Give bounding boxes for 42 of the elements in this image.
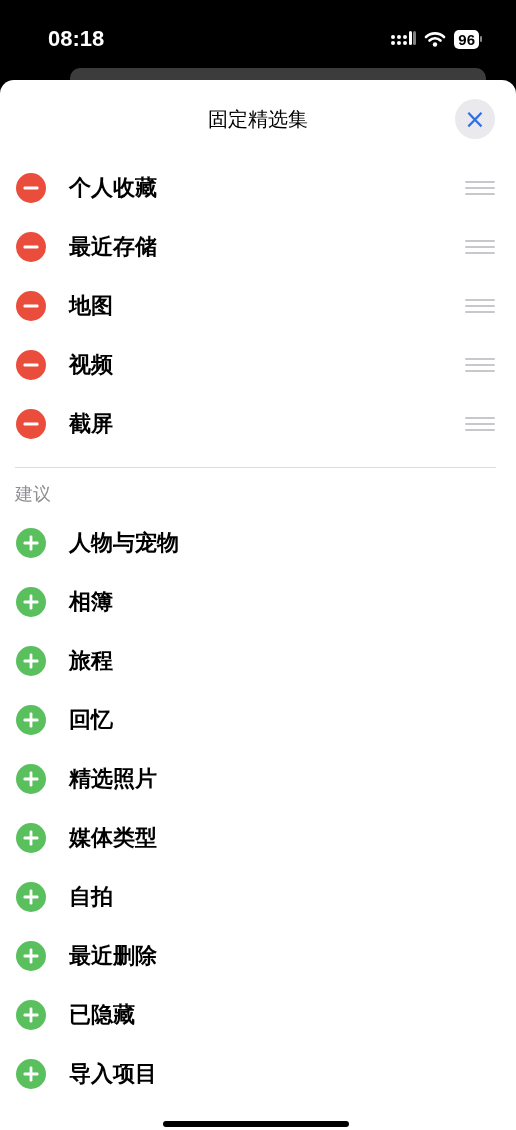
drag-handle-icon[interactable] <box>465 239 495 254</box>
remove-icon[interactable] <box>16 349 46 380</box>
add-icon[interactable] <box>16 645 46 676</box>
collection-label[interactable]: 相簿 <box>69 586 495 617</box>
collection-label[interactable]: 媒体类型 <box>69 822 495 853</box>
collection-label[interactable]: 最近删除 <box>69 940 495 971</box>
add-icon[interactable] <box>16 822 46 853</box>
remove-icon[interactable] <box>16 172 46 203</box>
collection-label[interactable]: 人物与宠物 <box>69 527 495 558</box>
collection-label[interactable]: 视频 <box>69 349 465 380</box>
collection-label[interactable]: 导入项目 <box>69 1058 495 1089</box>
wifi-icon <box>424 31 447 47</box>
add-icon[interactable] <box>16 940 46 971</box>
collection-label[interactable]: 最近存储 <box>69 231 465 262</box>
collection-label[interactable]: 已隐藏 <box>69 999 495 1030</box>
add-icon[interactable] <box>16 999 46 1030</box>
collection-label[interactable]: 自拍 <box>69 881 495 912</box>
drag-handle-icon[interactable] <box>465 298 495 313</box>
remove-icon[interactable] <box>16 231 46 262</box>
drag-handle-icon[interactable] <box>465 180 495 195</box>
collection-label[interactable]: 精选照片 <box>69 763 495 794</box>
collection-label[interactable]: 个人收藏 <box>69 172 465 203</box>
close-button[interactable]: × <box>455 99 495 139</box>
section-header: 建议 <box>15 482 52 506</box>
collection-label[interactable]: 地图 <box>69 290 465 321</box>
add-icon[interactable] <box>16 704 46 735</box>
status-time: 08:18 <box>48 25 106 52</box>
sheet-title: 固定精选集 <box>208 105 308 133</box>
add-icon[interactable] <box>16 1058 46 1089</box>
collection-label[interactable]: 旅程 <box>69 645 495 676</box>
drag-handle-icon[interactable] <box>465 357 495 372</box>
collection-label[interactable]: 截屏 <box>69 408 465 439</box>
remove-icon[interactable] <box>16 290 46 321</box>
add-icon[interactable] <box>16 527 46 558</box>
add-icon[interactable] <box>16 763 46 794</box>
collection-label[interactable]: 回忆 <box>69 704 495 735</box>
add-icon[interactable] <box>16 881 46 912</box>
remove-icon[interactable] <box>16 408 46 439</box>
battery-level: 96 <box>454 29 479 49</box>
drag-handle-icon[interactable] <box>465 416 495 431</box>
add-icon[interactable] <box>16 586 46 617</box>
signal-icon <box>390 31 417 47</box>
